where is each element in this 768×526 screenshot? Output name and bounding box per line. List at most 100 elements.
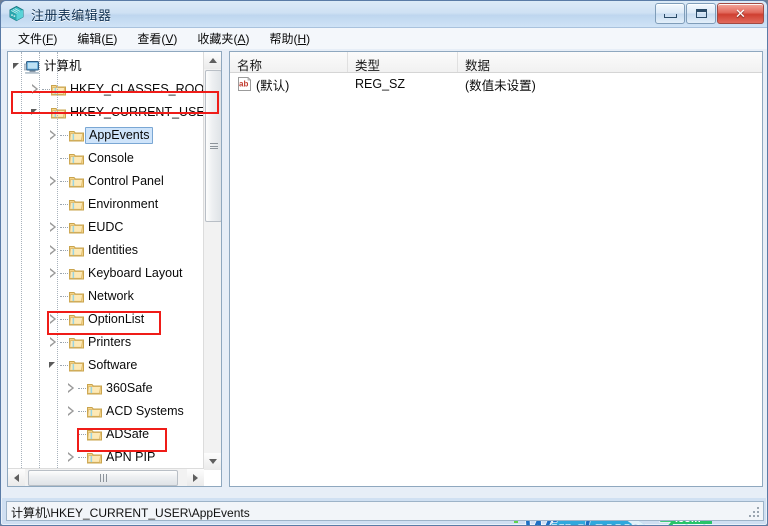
menu-help[interactable]: 帮助(H) — [260, 28, 319, 49]
svg-text:ab: ab — [239, 80, 248, 89]
tree-node-label: Software — [88, 358, 138, 373]
registry-tree[interactable]: 计算机 HKEY_CLASSES_ROOT HKEY_CURRENT_USER App… — [8, 52, 204, 470]
registry-editor-window: 注册表编辑器 ✕ 文件(F) 编辑(E) 查看(V) 收藏夹(A) 帮助(H) … — [0, 0, 768, 526]
tree-node-label: Network — [88, 289, 134, 304]
tree-connector — [60, 249, 68, 252]
menu-edit-label: 编辑 — [77, 32, 102, 46]
menu-view-label: 查看 — [137, 32, 162, 46]
tree-connector — [60, 226, 68, 229]
computer-icon — [23, 60, 40, 74]
menu-file-accel: F — [46, 32, 54, 46]
scroll-left-button[interactable] — [8, 469, 25, 486]
menu-favorites[interactable]: 收藏夹(A) — [188, 28, 258, 49]
tree-node-software[interactable]: Software — [8, 354, 204, 377]
tree-node-hkey-classes-root[interactable]: HKEY_CLASSES_ROOT — [8, 78, 204, 101]
tree-vertical-scroll-thumb[interactable] — [205, 70, 221, 222]
tree-node-console[interactable]: Console — [8, 147, 204, 170]
minimize-button[interactable] — [655, 3, 685, 24]
tree-node-printers[interactable]: Printers — [8, 331, 204, 354]
folder-icon — [87, 382, 102, 395]
folder-icon — [69, 359, 84, 372]
client-area: 计算机 HKEY_CLASSES_ROOT HKEY_CURRENT_USER App… — [1, 49, 767, 525]
tree-node-label: AppEvents — [85, 127, 154, 144]
scroll-down-button[interactable] — [204, 453, 221, 470]
expander-collapsed-icon[interactable] — [66, 383, 77, 394]
menu-edit[interactable]: 编辑(E) — [68, 28, 126, 49]
tree-node-label: OptionList — [88, 312, 145, 327]
tree-node-adsafe[interactable]: ADSafe — [8, 423, 204, 446]
menu-view[interactable]: 查看(V) — [128, 28, 186, 49]
expander-collapsed-icon[interactable] — [66, 452, 77, 463]
folder-icon — [87, 428, 102, 441]
menu-edit-accel: E — [105, 32, 114, 46]
tree-guide-line — [57, 52, 58, 470]
menu-file[interactable]: 文件(F) — [9, 28, 66, 49]
registry-values-pane: 名称 类型 数据 ab (默认) REG_SZ (数值未设置) — [229, 51, 763, 487]
scroll-up-button[interactable] — [204, 52, 221, 69]
scroll-right-button[interactable] — [187, 469, 204, 486]
tree-node-label: Console — [88, 151, 134, 166]
menu-help-accel: H — [297, 32, 307, 46]
tree-connector — [78, 410, 86, 413]
column-header-name[interactable]: 名称 — [230, 52, 348, 73]
value-name-text: (默认) — [256, 78, 290, 93]
column-header-type[interactable]: 类型 — [348, 52, 458, 73]
folder-icon — [69, 129, 84, 142]
folder-icon — [69, 290, 84, 303]
registry-editor-icon — [8, 5, 25, 22]
tree-node-label: 360Safe — [106, 381, 153, 396]
tree-connector — [78, 433, 86, 436]
chevron-up-icon — [208, 58, 217, 63]
tree-node-control-panel[interactable]: Control Panel — [8, 170, 204, 193]
tree-node-label: Identities — [88, 243, 139, 258]
tree-node-network[interactable]: Network — [8, 285, 204, 308]
close-icon: ✕ — [735, 6, 746, 21]
tree-connector — [60, 272, 68, 275]
menu-view-accel: V — [165, 32, 174, 46]
folder-icon — [51, 83, 66, 96]
tree-node-hkey-current-user[interactable]: HKEY_CURRENT_USER — [8, 101, 204, 124]
string-value-icon: ab — [237, 76, 252, 91]
tree-node-apn-pip[interactable]: APN PIP — [8, 446, 204, 469]
tree-connector — [78, 387, 86, 390]
tree-connector — [60, 134, 68, 137]
tree-node-identities[interactable]: Identities — [8, 239, 204, 262]
maximize-button[interactable] — [686, 3, 716, 24]
tree-connector — [42, 88, 50, 91]
scroll-grip-icon — [209, 143, 218, 149]
tree-connector — [60, 203, 68, 206]
tree-node-appevents[interactable]: AppEvents — [8, 124, 204, 147]
tree-horizontal-scroll-thumb[interactable] — [28, 470, 178, 486]
resize-grip-icon[interactable] — [749, 507, 760, 518]
menu-help-label: 帮助 — [269, 32, 294, 46]
tree-node--[interactable]: 计算机 — [8, 55, 204, 78]
tree-connector — [60, 295, 68, 298]
window-title: 注册表编辑器 — [31, 8, 112, 23]
folder-icon — [69, 313, 84, 326]
column-header-data[interactable]: 数据 — [458, 52, 762, 73]
tree-node-360safe[interactable]: 360Safe — [8, 377, 204, 400]
folder-icon — [69, 221, 84, 234]
tree-vertical-scrollbar[interactable] — [203, 52, 221, 470]
tree-node-environment[interactable]: Environment — [8, 193, 204, 216]
tree-node-eudc[interactable]: EUDC — [8, 216, 204, 239]
tree-horizontal-scrollbar[interactable] — [8, 468, 204, 486]
values-list[interactable]: ab (默认) REG_SZ (数值未设置) — [230, 73, 762, 95]
menu-file-label: 文件 — [18, 32, 43, 46]
folder-icon — [69, 152, 84, 165]
values-column-header: 名称 类型 数据 — [230, 52, 762, 73]
folder-icon — [51, 106, 66, 119]
title-bar: 注册表编辑器 ✕ — [1, 1, 767, 28]
caption-buttons: ✕ — [655, 3, 764, 24]
tree-connector — [78, 456, 86, 459]
tree-node-optionlist[interactable]: OptionList — [8, 308, 204, 331]
close-button[interactable]: ✕ — [717, 3, 764, 24]
table-row[interactable]: ab (默认) REG_SZ (数值未设置) — [230, 73, 762, 95]
tree-guide-line — [21, 52, 22, 470]
value-name-cell: ab (默认) — [230, 75, 348, 94]
expander-collapsed-icon[interactable] — [66, 406, 77, 417]
tree-node-label: HKEY_CURRENT_USER — [70, 105, 204, 120]
folder-icon — [87, 451, 102, 464]
tree-node-keyboard-layout[interactable]: Keyboard Layout — [8, 262, 204, 285]
tree-node-acd-systems[interactable]: ACD Systems — [8, 400, 204, 423]
